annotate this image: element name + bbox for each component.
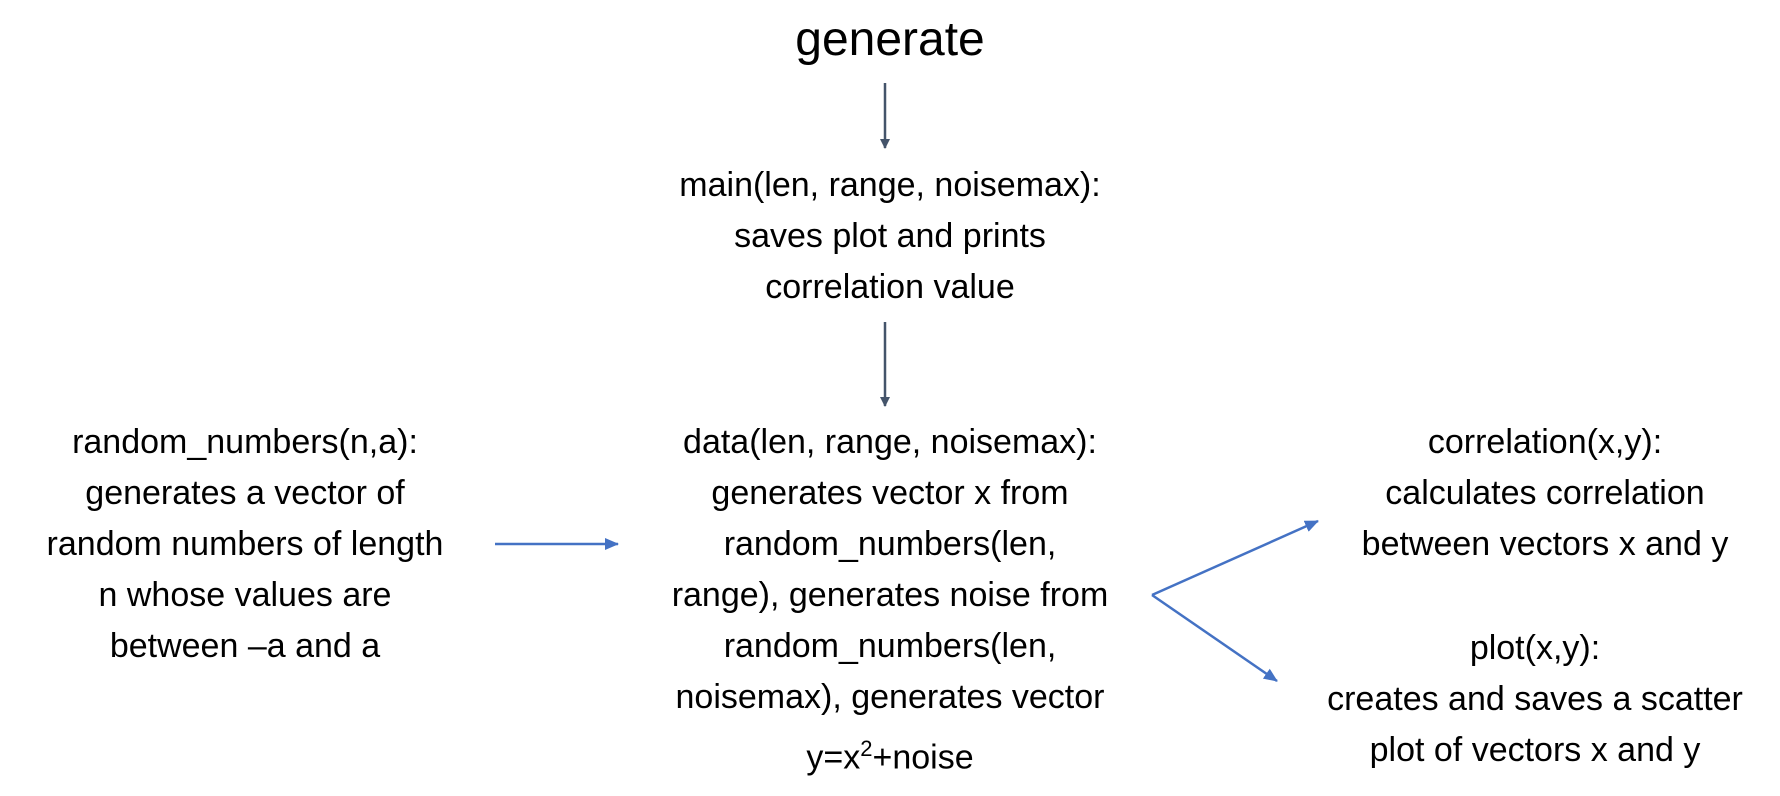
- random-numbers-node-line: generates a vector of: [85, 474, 405, 512]
- formula-exponent: 2: [860, 736, 873, 761]
- formula-prefix: y=x: [806, 738, 861, 777]
- random-numbers-node-line: between –a and a: [109, 627, 381, 665]
- random-numbers-function-node: random_numbers(n,a): generates a vector …: [0, 417, 490, 672]
- arrow-data-to-plot: [1151, 593, 1278, 683]
- data-node-line: noisemax), generates vector: [675, 678, 1105, 716]
- random-numbers-node-line: random numbers of length: [46, 525, 444, 563]
- plot-function-node: plot(x,y): creates and saves a scatter p…: [1295, 623, 1775, 776]
- plot-node-line: plot of vectors x and y: [1369, 731, 1701, 769]
- diagram-canvas: generate main(len, range, noisemax): sav…: [0, 0, 1780, 796]
- plot-node-line: creates and saves a scatter: [1327, 680, 1743, 718]
- correlation-function-node: correlation(x,y): calculates correlation…: [1310, 417, 1780, 570]
- correlation-node-line: correlation(x,y):: [1427, 423, 1663, 461]
- data-node-line: random_numbers(len,: [723, 525, 1057, 563]
- formula-suffix: +noise: [872, 738, 974, 777]
- main-node-line: saves plot and prints: [734, 217, 1046, 255]
- data-function-node: data(len, range, noisemax): generates ve…: [620, 417, 1160, 783]
- plot-node-line: plot(x,y):: [1469, 629, 1601, 667]
- data-node-line: random_numbers(len,: [723, 627, 1057, 665]
- data-node-line: range), generates noise from: [671, 576, 1109, 614]
- random-numbers-node-line: random_numbers(n,a):: [72, 423, 418, 461]
- arrow-data-to-correlation: [1151, 519, 1319, 597]
- correlation-node-line: between vectors x and y: [1361, 525, 1729, 563]
- main-function-node: main(len, range, noisemax): saves plot a…: [620, 160, 1160, 313]
- main-node-line: main(len, range, noisemax):: [679, 166, 1101, 204]
- main-node-line: correlation value: [765, 268, 1015, 306]
- correlation-node-line: calculates correlation: [1385, 474, 1705, 512]
- data-node-line: generates vector x from: [711, 474, 1069, 512]
- random-numbers-node-line: n whose values are: [98, 576, 392, 614]
- data-node-formula-line: y=x2+noise: [620, 723, 1160, 783]
- data-node-line: data(len, range, noisemax):: [683, 423, 1097, 461]
- diagram-title: generate: [795, 13, 985, 66]
